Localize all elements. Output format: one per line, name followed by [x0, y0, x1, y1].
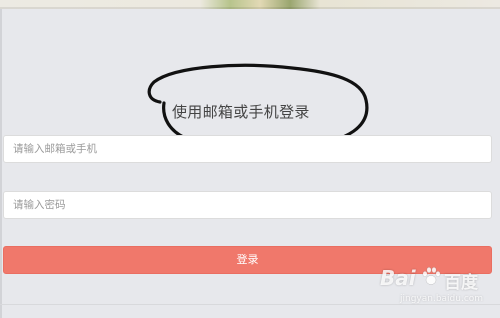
login-heading: 使用邮箱或手机登录 — [172, 103, 310, 121]
left-border — [0, 9, 2, 318]
watermark-caption: jingyan.baidu.com — [400, 294, 484, 304]
top-banner-image — [0, 0, 500, 9]
password-input[interactable] — [3, 191, 492, 219]
login-button[interactable]: 登录 — [3, 246, 492, 274]
email-or-phone-input[interactable] — [3, 135, 492, 163]
bottom-divider — [0, 304, 500, 305]
